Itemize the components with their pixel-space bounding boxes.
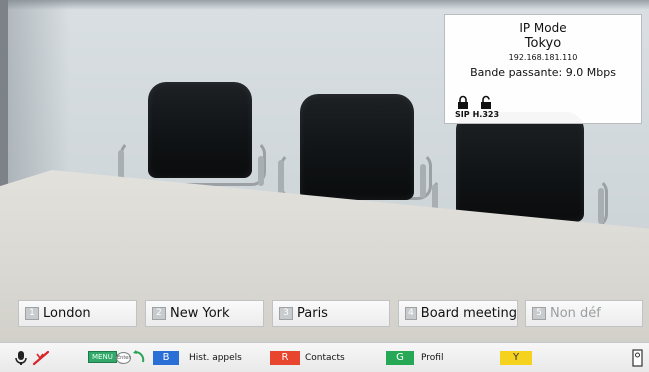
chair-middle xyxy=(278,90,432,210)
red-key[interactable]: R xyxy=(270,351,300,365)
speed-dial-key: 5 xyxy=(532,307,546,320)
blue-key[interactable]: B xyxy=(153,351,179,365)
padlock-closed-icon xyxy=(457,95,469,110)
bandwidth-value: Bande passante: 9.0 Mbps xyxy=(470,66,616,79)
zoom-icon[interactable] xyxy=(632,349,644,367)
remote-key-bar: MENU Enter B Hist. appels R Contacts G P… xyxy=(0,342,649,372)
enter-key[interactable]: Enter xyxy=(116,352,131,364)
protocol-h323-label: H.323 xyxy=(472,110,500,119)
speed-dial-5[interactable]: 5 Non déf xyxy=(525,300,643,327)
site-name: Tokyo xyxy=(524,36,562,51)
speed-dial-4[interactable]: 4 Board meeting xyxy=(398,300,518,327)
call-history-label[interactable]: Hist. appels xyxy=(189,351,242,365)
speed-dial-label: Paris xyxy=(297,306,328,321)
mute-slash-icon xyxy=(32,350,50,366)
direction-arrow-icon[interactable] xyxy=(132,350,146,364)
padlock-open-icon xyxy=(480,95,492,110)
speed-dial-key: 3 xyxy=(279,307,293,320)
speed-dial-label: Non déf xyxy=(550,306,601,321)
profile-label[interactable]: Profil xyxy=(421,351,443,365)
speed-dial-key: 1 xyxy=(25,307,39,320)
contacts-label[interactable]: Contacts xyxy=(305,351,345,365)
speed-dial-2[interactable]: 2 New York xyxy=(145,300,264,327)
speed-dial-label: London xyxy=(43,306,91,321)
network-mode: IP Mode xyxy=(519,21,567,35)
protocol-labels: SIP H.323 xyxy=(455,110,502,119)
yellow-key[interactable]: Y xyxy=(500,351,532,365)
speed-dial-key: 4 xyxy=(405,307,417,320)
speed-dial-key: 2 xyxy=(152,307,166,320)
ip-address: 192.168.181.110 xyxy=(508,53,578,62)
call-status-panel: IP Mode Tokyo 192.168.181.110 Bande pass… xyxy=(444,14,642,124)
speed-dial-label: Board meeting xyxy=(420,306,517,321)
menu-key[interactable]: MENU xyxy=(88,351,117,363)
ceiling-edge xyxy=(0,0,649,10)
speed-dial-label: New York xyxy=(170,306,230,321)
protocol-sip-label: SIP xyxy=(455,110,470,119)
microphone-icon[interactable] xyxy=(14,350,28,366)
speed-dial-3[interactable]: 3 Paris xyxy=(272,300,390,327)
green-key[interactable]: G xyxy=(386,351,414,365)
speed-dial-1[interactable]: 1 London xyxy=(18,300,137,327)
